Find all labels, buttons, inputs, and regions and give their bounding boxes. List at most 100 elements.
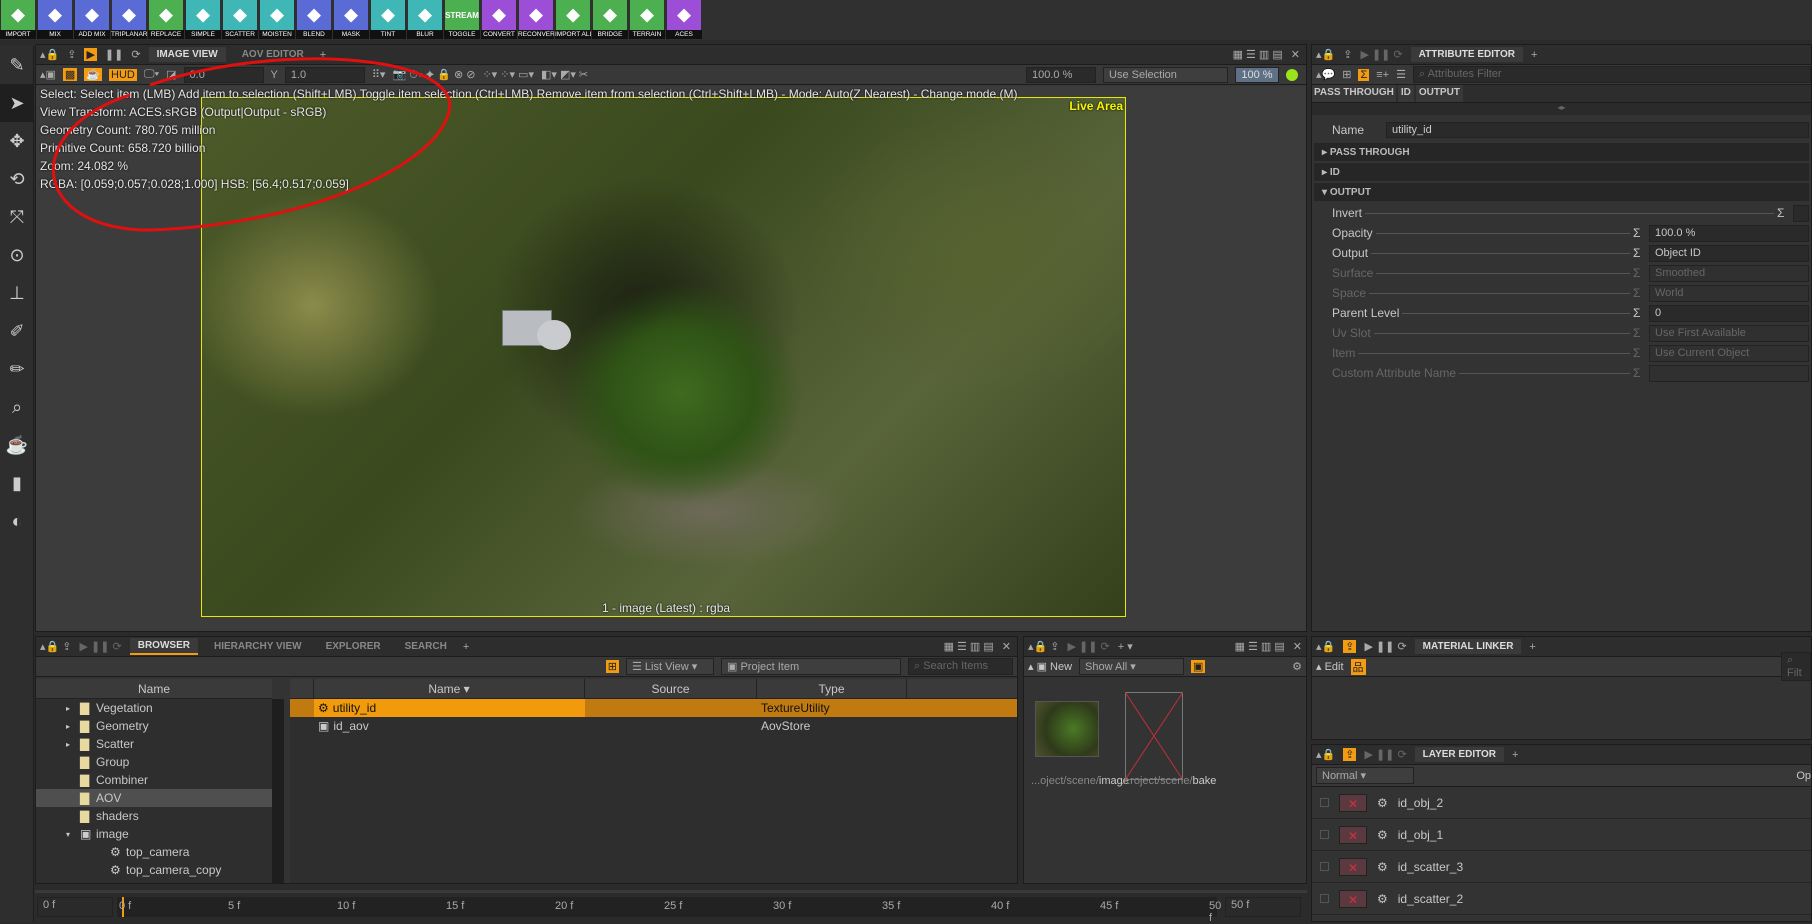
attribute-value[interactable]: 0 [1649, 304, 1809, 322]
play-icon[interactable]: ▶ ❚❚ ⟳ [1360, 48, 1402, 61]
export-icon[interactable]: ⇪ [1343, 48, 1352, 61]
layout-grid-icon[interactable]: ▦ ☰ ▥ ▤ [1235, 640, 1285, 653]
lock-icon[interactable]: ▴🔒 ⇪ [1028, 640, 1060, 653]
item-filter-dropdown[interactable]: ▣ Project Item [721, 658, 901, 675]
quick-tab-id[interactable]: ID [1397, 85, 1414, 102]
tab-search[interactable]: SEARCH [397, 639, 455, 654]
column-source[interactable]: Source [585, 679, 757, 698]
sigma-icon[interactable]: Σ [1633, 266, 1649, 280]
tab-attribute-editor[interactable]: ATTRIBUTE EDITOR [1410, 47, 1523, 62]
layer-row[interactable]: ✕ ⚙ id_obj_1 [1312, 819, 1811, 851]
lock-icon[interactable]: ▴🔒 [1316, 48, 1335, 61]
section-pass-through[interactable]: ▸ PASS THROUGH [1314, 143, 1809, 161]
add-tab-icon[interactable]: + ▾ [1118, 640, 1133, 653]
tab-layer-editor[interactable]: LAYER EDITOR [1414, 747, 1505, 762]
expander-icon[interactable]: ▾ [66, 830, 80, 839]
play-icon[interactable]: ▶ ❚❚ ⟳ [80, 640, 122, 653]
table-row[interactable]: ▣ id_aov AovStore [290, 717, 1017, 735]
end-frame-field[interactable]: 50 f [1225, 897, 1301, 917]
collapse-icon[interactable]: ☰ [1396, 68, 1406, 81]
attribute-value[interactable] [1649, 364, 1809, 382]
tab-material-linker[interactable]: MATERIAL LINKER [1414, 639, 1522, 654]
attribute-value[interactable]: Use Current Object [1649, 344, 1809, 362]
settings-gear-icon[interactable]: ⚙ [1292, 660, 1302, 673]
tree-scrollbar[interactable] [272, 699, 284, 883]
search-items-input[interactable]: ⌕ Search Items [908, 658, 1013, 675]
column-name[interactable]: Name ▾ [314, 679, 585, 698]
layer-row[interactable]: ✕ ⚙ id_scatter_3 [1312, 851, 1811, 883]
layer-checkbox[interactable] [1320, 862, 1329, 871]
sigma-icon[interactable]: Σ [1633, 366, 1649, 380]
tree-item[interactable]: ▸ ▇ Vegetation [36, 699, 272, 717]
tab-explorer[interactable]: EXPLORER [318, 639, 389, 654]
attributes-filter-input[interactable]: ⌕ Attributes Filter [1412, 66, 1811, 83]
table-row[interactable]: ⚙ utility_id TextureUtility [290, 699, 1017, 717]
tree-item[interactable]: ▇ shaders [36, 807, 272, 825]
name-field[interactable]: utility_id [1386, 122, 1809, 138]
attribute-value[interactable]: World [1649, 284, 1809, 302]
layer-row[interactable]: ✕ ⚙ id_obj_2 [1312, 787, 1811, 819]
export-icon[interactable]: ⇪ [1343, 640, 1357, 653]
sigma-icon[interactable]: Σ [1633, 226, 1649, 240]
quick-tab-output[interactable]: OUTPUT [1415, 85, 1463, 102]
tree-item[interactable]: ▇ Combiner [36, 771, 272, 789]
play-icon[interactable]: ▶ ❚❚ ⟳ [1364, 748, 1406, 761]
attribute-value[interactable]: Object ID [1649, 244, 1809, 262]
show-filter-dropdown[interactable]: Show All ▾ [1079, 658, 1185, 675]
sigma-icon[interactable]: Σ [1777, 206, 1793, 220]
splitter-handle[interactable]: ◂▸ [1312, 103, 1811, 115]
material-filter-input[interactable]: ⌕ Filt [1781, 652, 1811, 681]
blend-mode-dropdown[interactable]: Normal ▾ [1316, 767, 1414, 784]
attribute-value[interactable]: 100.0 % [1649, 224, 1809, 242]
timeline-ruler[interactable]: 0 f 5 f 10 f 15 f 20 f 25 f 30 f 35 f 40 f 45 f 50… [117, 897, 1221, 924]
tree-item[interactable]: ⚙ top_camera [36, 843, 272, 861]
section-id[interactable]: ▸ ID [1314, 163, 1809, 181]
close-icon[interactable]: ✕ [1002, 640, 1011, 653]
comment-icon[interactable]: ▴💬 [1316, 68, 1335, 81]
tree-header[interactable]: Name [36, 679, 272, 699]
add-tab-icon[interactable]: + [1531, 49, 1537, 61]
sigma-icon[interactable]: Σ [1633, 246, 1649, 260]
expander-icon[interactable]: ▸ [66, 722, 80, 731]
thumb-bake-missing[interactable] [1125, 692, 1183, 780]
add-tab-icon[interactable]: + [1529, 641, 1535, 653]
tree-item[interactable]: ▸ ▇ Scatter [36, 735, 272, 753]
export-icon[interactable]: ⇪ [1343, 748, 1357, 761]
tree-item[interactable]: ▾ ▣ image [36, 825, 272, 843]
view-mode-dropdown[interactable]: ☰ List View ▾ [626, 658, 714, 675]
tree-item[interactable]: ▇ AOV [36, 789, 272, 807]
quick-tab-pass-through[interactable]: PASS THROUGH [1312, 85, 1396, 102]
add-tab-icon[interactable]: + [1512, 749, 1518, 761]
new-button[interactable]: ▴ ▣ New [1028, 660, 1072, 673]
edit-menu[interactable]: ▴ Edit [1316, 660, 1344, 673]
sigma-icon[interactable]: Σ [1633, 306, 1649, 320]
close-icon[interactable]: ✕ [1293, 640, 1302, 653]
layout-grid-icon[interactable]: ▦ ☰ ▥ ▤ [944, 640, 994, 653]
hierarchy-icon[interactable]: 品 [1350, 658, 1366, 675]
add-tab-icon[interactable]: + [463, 641, 469, 653]
sigma-icon[interactable]: Σ [1633, 326, 1649, 340]
layer-checkbox[interactable] [1320, 798, 1329, 807]
sigma-icon[interactable]: Σ [1633, 346, 1649, 360]
layer-row[interactable]: ✕ ⚙ id_scatter_2 [1312, 883, 1811, 915]
lock-icon[interactable]: ▴🔒 [1316, 640, 1335, 653]
image-toggle-icon[interactable]: ▣ [1191, 660, 1206, 673]
tree-toggle-icon[interactable]: ⊞ [605, 660, 619, 673]
column-type[interactable]: Type [757, 679, 907, 698]
tab-hierarchy-view[interactable]: HIERARCHY VIEW [206, 639, 310, 654]
expander-icon[interactable]: ▸ [66, 704, 80, 713]
tab-browser[interactable]: BROWSER [129, 638, 198, 655]
lock-icon[interactable]: ▴🔒 ⇪ [40, 640, 72, 653]
layer-checkbox[interactable] [1320, 894, 1329, 903]
layer-checkbox[interactable] [1320, 830, 1329, 839]
list-add-icon[interactable]: ≡+ [1376, 69, 1389, 81]
attribute-value[interactable] [1793, 204, 1809, 222]
sigma-icon[interactable]: Σ [1633, 286, 1649, 300]
attribute-value[interactable]: Smoothed [1649, 264, 1809, 282]
tree-item[interactable]: ▇ Group [36, 753, 272, 771]
attribute-value[interactable]: Use First Available [1649, 324, 1809, 342]
start-frame-field[interactable]: 0 f [37, 897, 113, 917]
tree-item[interactable]: ▸ ▇ Geometry [36, 717, 272, 735]
lock-icon[interactable]: ▴🔒 [1316, 748, 1335, 761]
thumb-image[interactable] [1035, 701, 1099, 757]
